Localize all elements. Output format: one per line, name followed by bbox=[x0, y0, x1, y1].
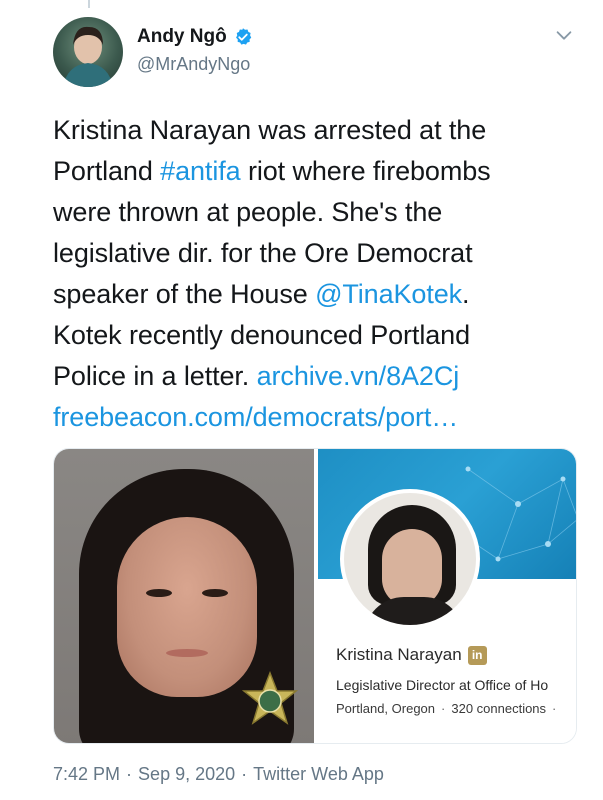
tweet-text-line: legislative dir. for the Ore Democrat bbox=[53, 233, 583, 274]
avatar[interactable] bbox=[53, 17, 123, 87]
mugshot-eye-left bbox=[146, 589, 172, 597]
tweet-text-line: were thrown at people. She's the bbox=[53, 192, 583, 233]
tweet-text-segment: . bbox=[462, 279, 470, 309]
tweet-time[interactable]: 7:42 PM bbox=[53, 764, 120, 784]
thread-connector bbox=[88, 0, 90, 8]
mugshot-eye-right bbox=[202, 589, 228, 597]
police-badge-icon bbox=[241, 671, 299, 725]
tweet-page: Andy Ngô @MrAndyNgo Kristina Narayan was… bbox=[0, 0, 603, 800]
tweet-text-line: freebeacon.com/democrats/port… bbox=[53, 397, 583, 438]
tweet-source[interactable]: Twitter Web App bbox=[253, 764, 384, 784]
tweet-text-segment: Police in a letter. bbox=[53, 361, 257, 391]
tweet-text-line: Police in a letter. archive.vn/8A2Cj bbox=[53, 356, 583, 397]
mugshot-photo[interactable] bbox=[54, 449, 314, 743]
footer-separator: · bbox=[126, 764, 133, 784]
tweet-text-line: Kotek recently denounced Portland bbox=[53, 315, 583, 356]
profile-meta: Portland, Oregon · 320 connections · bbox=[336, 701, 576, 716]
author-handle[interactable]: @MrAndyNgo bbox=[137, 54, 250, 75]
tweet-link[interactable]: #antifa bbox=[160, 156, 240, 186]
profile-photo[interactable] bbox=[340, 489, 480, 629]
profile-location: Portland, Oregon bbox=[336, 701, 436, 716]
profile-meta-trailing: · bbox=[552, 701, 557, 716]
linkedin-profile-card[interactable]: Kristina Narayan in Legislative Director… bbox=[318, 449, 576, 743]
author-name-row[interactable]: Andy Ngô bbox=[137, 26, 253, 48]
chevron-down-icon[interactable] bbox=[553, 24, 575, 46]
verified-icon bbox=[235, 28, 251, 45]
mugshot-mouth bbox=[166, 649, 208, 657]
profile-photo-face bbox=[382, 529, 442, 607]
tweet-text-line: Portland #antifa riot where firebombs bbox=[53, 151, 583, 192]
profile-connections: 320 connections bbox=[451, 701, 547, 716]
linkedin-icon: in bbox=[467, 645, 487, 665]
tweet-text-segment: speaker of the House bbox=[53, 279, 316, 309]
footer-separator-2: · bbox=[241, 764, 248, 784]
tweet-text-segment: Kotek recently denounced Portland bbox=[53, 320, 470, 350]
profile-headline: Legislative Director at Office of Ho bbox=[336, 677, 549, 693]
tweet-text-segment: legislative dir. for the Ore Democrat bbox=[53, 238, 473, 268]
tweet-text: Kristina Narayan was arrested at the Port… bbox=[53, 110, 583, 438]
tweet-link[interactable]: freebeacon.com/democrats/port… bbox=[53, 402, 458, 432]
tweet-text-segment: riot where firebombs bbox=[240, 156, 491, 186]
profile-name-row: Kristina Narayan in bbox=[336, 645, 487, 665]
tweet-text-line: speaker of the House @TinaKotek. bbox=[53, 274, 583, 315]
tweet-link[interactable]: archive.vn/8A2Cj bbox=[257, 361, 460, 391]
profile-meta-separator: · bbox=[441, 701, 446, 716]
tweet-text-segment: Portland bbox=[53, 156, 161, 186]
mugshot-face bbox=[117, 517, 257, 697]
tweet-text-segment: were thrown at people. She's the bbox=[53, 197, 443, 227]
tweet-footer: 7:42 PM · Sep 9, 2020 · Twitter Web App bbox=[53, 764, 384, 785]
tweet-text-segment: Kristina Narayan was arrested at the bbox=[53, 115, 487, 145]
author-display-name[interactable]: Andy Ngô bbox=[137, 26, 227, 48]
tweet-date[interactable]: Sep 9, 2020 bbox=[138, 764, 235, 784]
tweet-link[interactable]: @TinaKotek bbox=[315, 279, 462, 309]
tweet-media[interactable]: Kristina Narayan in Legislative Director… bbox=[53, 448, 577, 744]
tweet-text-line: Kristina Narayan was arrested at the bbox=[53, 110, 583, 151]
profile-name: Kristina Narayan bbox=[336, 645, 462, 664]
